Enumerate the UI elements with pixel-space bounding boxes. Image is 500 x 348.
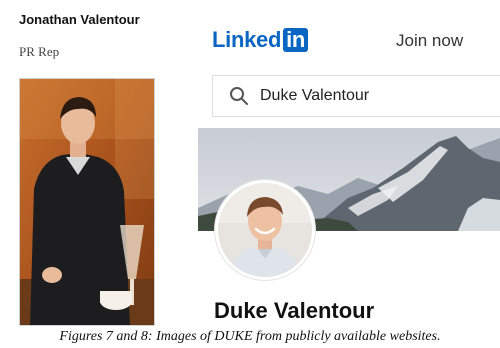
linkedin-logo-box: in (283, 28, 309, 52)
profile-photo-image (20, 79, 154, 325)
linkedin-logo-text: Linked (212, 27, 282, 52)
left-profile-photo (19, 78, 155, 326)
search-icon[interactable] (229, 86, 249, 106)
search-input[interactable] (260, 85, 490, 107)
figure-caption: Figures 7 and 8: Images of DUKE from pub… (59, 329, 441, 344)
left-profile-name: Jonathan Valentour (19, 12, 140, 27)
left-profile-title: PR Rep (19, 44, 60, 59)
avatar-photo (218, 183, 312, 277)
linkedin-logo[interactable]: Linked in (212, 27, 309, 53)
profile-name: Duke Valentour (214, 298, 375, 323)
avatar[interactable] (215, 180, 315, 280)
join-now-link[interactable]: Join now (396, 31, 463, 51)
